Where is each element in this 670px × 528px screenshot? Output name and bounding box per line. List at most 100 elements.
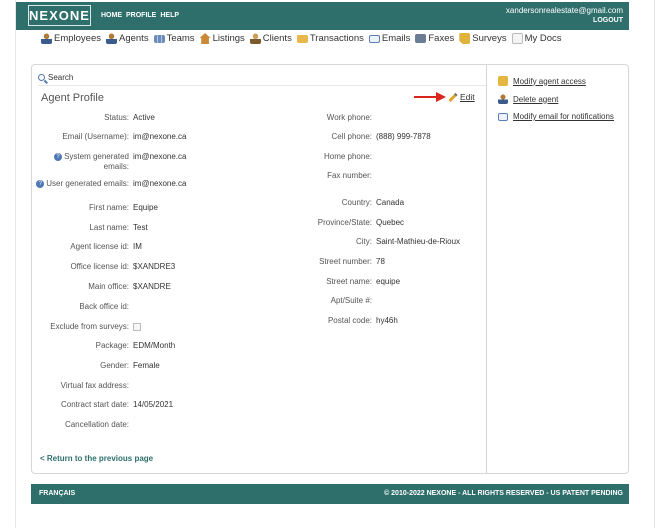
field-label: City: [356,237,372,246]
actions-pane: Modify agent access Delete agent Modify … [488,65,628,473]
field-label: Package: [95,341,129,350]
nav-label: Transactions [309,33,364,44]
nav-label: Teams [166,33,195,44]
nav-faxes[interactable]: Faxes [415,33,454,44]
field-cancellation: Cancellation date: [32,420,133,430]
nav-label: Clients [262,33,292,44]
delete-agent-icon [498,94,508,104]
top-nav: HOME PROFILE HELP [101,12,179,19]
field-value: Female [133,361,160,370]
action-label: Modify email for notifications [513,112,614,121]
nav-transactions[interactable]: Transactions [296,33,364,44]
field-label: Cancellation date: [64,420,129,429]
return-previous-link[interactable]: < Return to the previous page [40,454,153,463]
nav-label: Emails [381,33,411,44]
field-label: Country: [341,198,372,207]
nav-label: Faxes [428,33,455,44]
field-city: City: Saint-Mathieu-de-Rioux [32,237,460,247]
modify-agent-access-link[interactable]: Modify agent access [498,76,586,86]
main-nav: Employees Agents Teams Listings Clients … [41,33,562,44]
person-icon [41,33,52,44]
search-icon [38,74,45,81]
nav-listings[interactable]: Listings [199,33,245,44]
nav-teams[interactable]: Teams [153,33,195,44]
search-label: Search [48,73,74,82]
nav-emails[interactable]: Emails [368,33,411,44]
team-icon [153,34,165,43]
top-header: NEXONE HOME PROFILE HELP xandersonreales… [16,2,629,30]
content-frame: Search Agent Profile Edit Status: Active … [31,64,629,474]
account-info: xandersonrealestate@gmail.com LOGOUT [506,6,623,26]
mail-icon [368,34,380,43]
language-toggle[interactable]: FRANÇAIS [39,490,75,497]
field-label: Work phone: [326,113,372,122]
nav-label: Surveys [472,33,507,44]
field-label: Street name: [326,277,372,286]
field-work-phone: Work phone: [32,113,376,123]
field-label: Postal code: [327,316,372,325]
field-value: Canada [376,198,405,207]
field-postal-code: Postal code: hy46h [32,316,398,326]
field-home-phone: Home phone: [32,152,376,162]
nav-agents[interactable]: Agents [106,33,149,44]
field-street-name: Street name: equipe [32,277,400,287]
pencil-icon[interactable] [448,92,458,102]
nav-label: Listings [212,33,245,44]
field-gender: Gender: Female [32,361,160,371]
field-value: 14/05/2021 [133,400,174,409]
modify-email-notifications-link[interactable]: Modify email for notifications [498,112,614,121]
field-value: EDM/Month [133,341,176,350]
field-fax-number: Fax number: [32,171,376,181]
copyright-text: © 2010-2022 NEXONE - ALL RIGHTS RESERVED… [384,490,623,497]
nav-label: Employees [54,33,101,44]
field-label: Apt/Suite #: [330,296,372,305]
field-apt-suite: Apt/Suite #: [32,296,376,306]
field-label: Fax number: [327,171,372,180]
folder-icon [296,34,308,43]
survey-icon [459,33,471,44]
field-value: Quebec [376,218,405,227]
account-email: xandersonrealestate@gmail.com [505,6,623,15]
nav-employees[interactable]: Employees [41,33,101,44]
field-value: equipe [376,277,401,286]
doc-icon [511,33,523,44]
edit-area: Edit [414,92,475,102]
field-value: hy46h [376,316,398,325]
envelope-icon [498,112,508,121]
nav-surveys[interactable]: Surveys [459,33,507,44]
nav-profile[interactable]: PROFILE [126,12,156,19]
nav-clients[interactable]: Clients [249,33,292,44]
client-icon [249,33,261,44]
field-label: Gender: [100,361,129,370]
nav-my-docs[interactable]: My Docs [511,33,562,44]
field-value: 78 [376,257,385,266]
logout-link[interactable]: LOGOUT [506,16,623,26]
field-country: Country: Canada [32,198,404,208]
action-label: Delete agent [513,94,559,104]
lock-icon [498,76,508,86]
fax-icon [415,34,427,43]
nexone-logo[interactable]: NEXONE [28,5,91,26]
field-label: Contract start date: [60,400,129,409]
field-label: Cell phone: [331,132,372,141]
red-arrow-icon [414,92,446,102]
page-title: Agent Profile [41,92,104,104]
field-label: Province/State: [317,218,372,227]
field-label: Home phone: [323,152,372,161]
house-icon [199,33,211,44]
field-value: Saint-Mathieu-de-Rioux [376,237,461,246]
help-icon[interactable]: ? [36,179,45,188]
delete-agent-link[interactable]: Delete agent [498,94,558,104]
nav-home[interactable]: HOME [101,12,122,19]
person-icon [106,33,117,44]
field-street-number: Street number: 78 [32,257,385,267]
edit-link[interactable]: Edit [460,92,475,102]
field-value: (888) 999-7878 [376,132,431,141]
field-virtual-fax: Virtual fax address: [32,381,133,391]
action-label: Modify agent access [513,76,586,86]
nav-help[interactable]: HELP [160,12,179,19]
field-province: Province/State: Quebec [32,218,404,228]
search-bar[interactable]: Search [38,70,486,86]
nav-label: Agents [119,33,149,44]
field-label: Street number: [319,257,372,266]
